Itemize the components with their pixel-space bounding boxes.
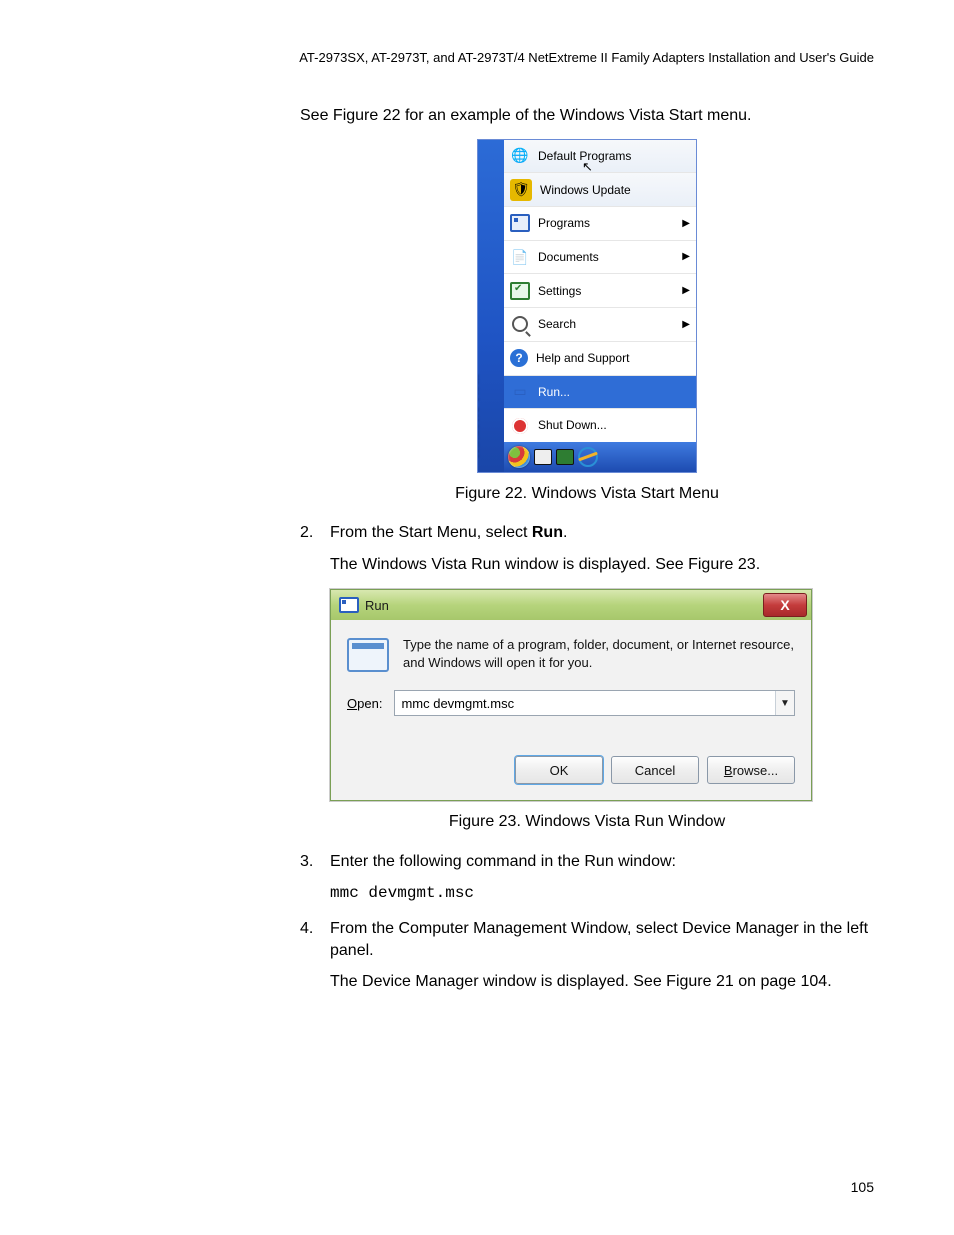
run-dialog: Run X Type the name of a program, folder…: [330, 589, 812, 801]
open-label: Open:: [347, 695, 382, 713]
menu-item-windows-update[interactable]: 🛡 Windows Update: [504, 173, 696, 207]
menu-item-label: Run...: [538, 384, 570, 400]
browse-rest: rowse...: [733, 762, 779, 780]
run-open-row: Open: ▼: [347, 690, 795, 716]
menu-item-label: Windows Update: [540, 182, 631, 198]
page-header: AT-2973SX, AT-2973T, and AT-2973T/4 NetE…: [80, 50, 874, 65]
menu-item-programs[interactable]: Programs ▶: [504, 207, 696, 241]
cancel-button[interactable]: Cancel: [611, 756, 699, 784]
run-description: Type the name of a program, folder, docu…: [403, 636, 795, 672]
body-column: See Figure 22 for an example of the Wind…: [300, 105, 874, 993]
run-icon: ▭: [510, 382, 530, 402]
menu-item-label: Help and Support: [536, 350, 629, 366]
ok-button-label: OK: [550, 762, 569, 780]
shield-icon: 🛡: [510, 179, 532, 201]
run-titlebar: Run X: [331, 590, 811, 620]
run-body-icon: [347, 638, 389, 672]
step-number: 3.: [300, 851, 330, 873]
menu-item-label: Search: [538, 316, 576, 332]
chevron-right-icon: ▶: [682, 217, 690, 231]
step-body: From the Start Menu, select Run.: [330, 522, 874, 544]
close-icon: X: [780, 596, 789, 615]
menu-item-label: Shut Down...: [538, 417, 607, 433]
figure-23-caption: Figure 23. Windows Vista Run Window: [300, 811, 874, 833]
step-number: 2.: [300, 522, 330, 544]
taskbar-app-icon[interactable]: [556, 449, 574, 465]
run-description-row: Type the name of a program, folder, docu…: [347, 636, 795, 672]
menu-item-documents[interactable]: 📄 Documents ▶: [504, 241, 696, 275]
menu-item-label: Programs: [538, 215, 590, 231]
ok-button[interactable]: OK: [515, 756, 603, 784]
start-orb-icon[interactable]: [508, 446, 530, 468]
step-4: 4. From the Computer Management Window, …: [300, 918, 874, 961]
run-body: Type the name of a program, folder, docu…: [331, 620, 811, 746]
globe-icon: 🌐: [510, 146, 530, 166]
run-footer: OK Cancel Browse...: [331, 746, 811, 800]
step-2-bold: Run: [532, 524, 563, 541]
step-4-text: From the Computer Management Window, sel…: [330, 918, 874, 961]
start-menu-sidebar: Windows Vista™: [478, 140, 504, 472]
start-menu-main: 🌐 Default Programs ↖ 🛡 Windows Update Pr…: [504, 140, 696, 472]
help-icon: ?: [510, 349, 528, 367]
step-4-follow: The Device Manager window is displayed. …: [330, 971, 874, 993]
menu-item-help[interactable]: ? Help and Support: [504, 342, 696, 376]
menu-item-shutdown[interactable]: Shut Down...: [504, 409, 696, 442]
step-3-text: Enter the following command in the Run w…: [330, 851, 874, 873]
taskbar: [504, 442, 696, 472]
menu-item-run[interactable]: ▭ Run...: [504, 376, 696, 410]
open-label-underline: O: [347, 696, 357, 711]
settings-icon: [510, 281, 530, 301]
search-icon: [510, 314, 530, 334]
step-3: 3. Enter the following command in the Ru…: [300, 851, 874, 873]
menu-item-label: Settings: [538, 283, 581, 299]
browse-underline: B: [724, 762, 733, 780]
chevron-right-icon: ▶: [682, 250, 690, 264]
step-2: 2. From the Start Menu, select Run.: [300, 522, 874, 544]
close-button[interactable]: X: [763, 593, 807, 617]
menu-item-settings[interactable]: Settings ▶: [504, 274, 696, 308]
open-label-rest: pen:: [357, 696, 382, 711]
figure-22-wrapper: Windows Vista™ 🌐 Default Programs ↖ 🛡 Wi…: [477, 139, 697, 473]
start-menu: Windows Vista™ 🌐 Default Programs ↖ 🛡 Wi…: [477, 139, 697, 473]
shutdown-icon: [510, 416, 530, 436]
start-menu-sidebar-label: Windows Vista™: [477, 363, 482, 459]
step-3-command: mmc devmgmt.msc: [330, 883, 874, 905]
step-2-text-suffix: .: [563, 524, 567, 541]
document-page: AT-2973SX, AT-2973T, and AT-2973T/4 NetE…: [0, 0, 954, 1235]
figure-23-wrapper: Run X Type the name of a program, folder…: [330, 589, 810, 801]
chevron-right-icon: ▶: [682, 284, 690, 298]
open-combobox[interactable]: ▼: [394, 690, 795, 716]
programs-icon: [510, 213, 530, 233]
taskbar-window-icon[interactable]: [534, 449, 552, 465]
open-input[interactable]: [395, 691, 775, 715]
chevron-right-icon: ▶: [682, 318, 690, 332]
cancel-button-label: Cancel: [635, 762, 675, 780]
page-number: 105: [851, 1179, 874, 1195]
documents-icon: 📄: [510, 247, 530, 267]
step-2-text-prefix: From the Start Menu, select: [330, 524, 532, 541]
menu-item-search[interactable]: Search ▶: [504, 308, 696, 342]
ie-icon[interactable]: [578, 447, 598, 467]
intro-paragraph: See Figure 22 for an example of the Wind…: [300, 105, 874, 127]
run-title-icon: [339, 597, 359, 613]
run-title: Run: [365, 597, 389, 615]
dropdown-arrow-icon[interactable]: ▼: [775, 691, 794, 715]
figure-22-caption: Figure 22. Windows Vista Start Menu: [300, 483, 874, 505]
menu-item-label: Documents: [538, 249, 599, 265]
menu-item-default-programs[interactable]: 🌐 Default Programs ↖: [504, 140, 696, 174]
step-2-follow: The Windows Vista Run window is displaye…: [330, 554, 874, 576]
step-number: 4.: [300, 918, 330, 961]
browse-button[interactable]: Browse...: [707, 756, 795, 784]
